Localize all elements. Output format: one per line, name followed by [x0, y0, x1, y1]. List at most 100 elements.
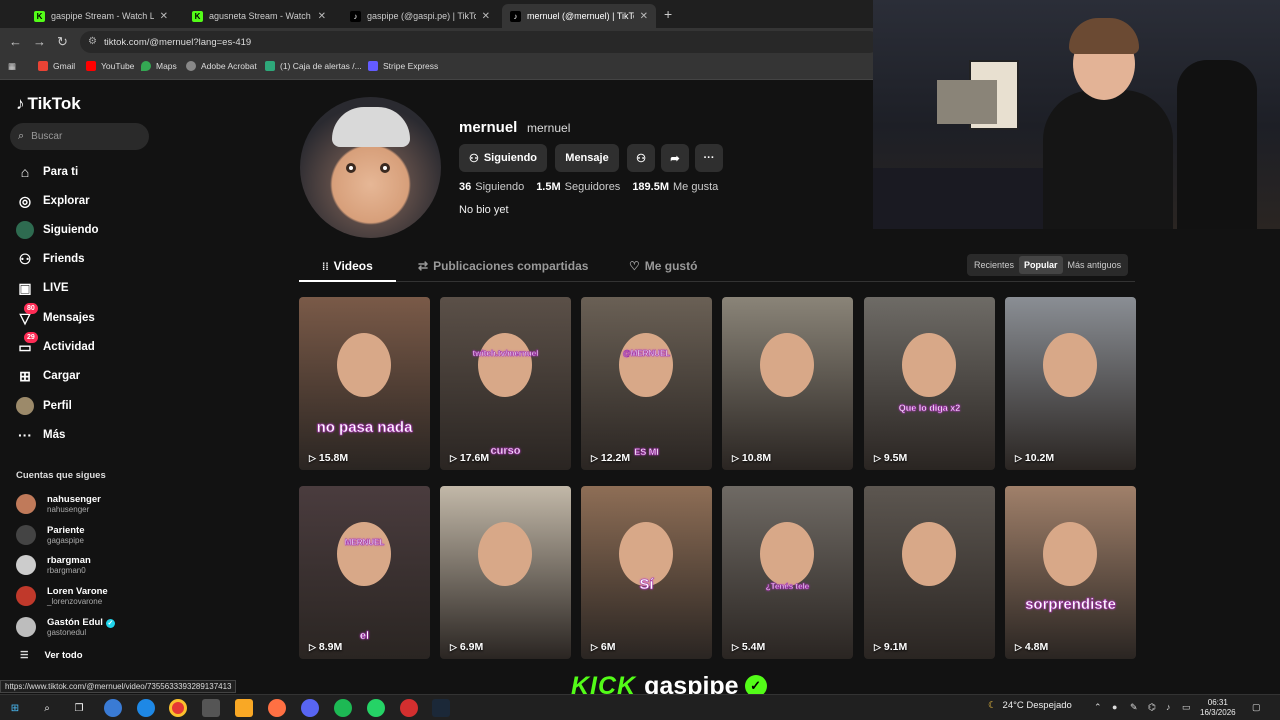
nav-mas[interactable]: ··· Más: [16, 424, 65, 446]
whatsapp-icon[interactable]: [367, 699, 385, 717]
network-icon[interactable]: ⌬: [1148, 702, 1156, 713]
video-thumbnail[interactable]: no pasa nada ▷ 15.8M: [299, 297, 430, 470]
tray-app-icon[interactable]: ●: [1112, 702, 1117, 712]
video-thumbnail[interactable]: sorprendiste ▷ 4.8M: [1005, 486, 1136, 659]
nav-perfil[interactable]: Perfil: [16, 395, 72, 417]
messages-icon: ▽ 80: [16, 303, 38, 327]
task-view-icon[interactable]: ❐: [70, 699, 88, 717]
video-thumbnail[interactable]: @MERNUEL ES MI ▷ 12.2M: [581, 297, 712, 470]
pen-icon[interactable]: ✎: [1130, 702, 1138, 713]
view-count-text: 9.5M: [883, 452, 908, 464]
system-clock[interactable]: 06:31 16/3/2026: [1200, 698, 1236, 718]
share-button[interactable]: ➦: [661, 144, 689, 172]
copilot-icon[interactable]: [104, 699, 122, 717]
list-icon: ☰: [20, 650, 29, 661]
volume-icon[interactable]: ♪: [1166, 702, 1171, 712]
apps-icon[interactable]: ▦: [8, 61, 16, 72]
view-count-text: 9.1M: [883, 641, 908, 653]
browser-tab[interactable]: K agusneta Stream - Watch Live o ✕: [184, 4, 334, 28]
nav-friends[interactable]: ⚇ Friends: [16, 248, 85, 270]
browser-tab[interactable]: K gaspipe Stream - Watch Live o ✕: [26, 4, 176, 28]
bookmark-maps[interactable]: Maps: [141, 61, 177, 71]
bookmark-acrobat[interactable]: Adobe Acrobat: [186, 61, 257, 71]
followed-account[interactable]: Pariente gagaspipe: [16, 522, 85, 548]
browser-tab-active[interactable]: ♪ mernuel (@mernuel) | TikTok ✕: [502, 4, 656, 28]
close-icon[interactable]: ✕: [640, 11, 648, 22]
folder-icon[interactable]: [235, 699, 253, 717]
site-info-icon[interactable]: ⚙: [88, 36, 97, 47]
tray-chevron-icon[interactable]: ⌃: [1094, 702, 1102, 713]
sort-oldest[interactable]: Más antiguos: [1063, 256, 1127, 274]
tiktok-logo[interactable]: ♪ TikTok: [16, 94, 81, 114]
bookmark-alerts[interactable]: (1) Caja de alertas /...: [265, 61, 362, 71]
bookmark-gmail[interactable]: Gmail: [38, 61, 75, 71]
followed-account[interactable]: rbargman rbargman0: [16, 552, 91, 578]
more-options-button[interactable]: ···: [695, 144, 723, 172]
suggested-accounts-button[interactable]: ⚇: [627, 144, 655, 172]
play-icon: ▷: [874, 452, 881, 463]
sort-popular[interactable]: Popular: [1019, 256, 1063, 274]
edge-icon[interactable]: [137, 699, 155, 717]
sort-recent[interactable]: Recientes: [969, 256, 1019, 274]
video-thumbnail[interactable]: ▷ 9.1M: [864, 486, 995, 659]
video-thumbnail[interactable]: Sí ▷ 6M: [581, 486, 712, 659]
chrome-icon[interactable]: [169, 699, 187, 717]
firefox-icon[interactable]: [268, 699, 286, 717]
video-thumbnail[interactable]: Que lo diga x2 ▷ 9.5M: [864, 297, 995, 470]
video-view-count: ▷ 4.8M: [1015, 641, 1048, 653]
nav-cargar[interactable]: ⊞ Cargar: [16, 365, 80, 387]
active-tab-indicator: [299, 280, 396, 282]
back-icon[interactable]: ←: [9, 34, 22, 49]
video-thumbnail[interactable]: ▷ 10.8M: [722, 297, 853, 470]
new-tab-icon[interactable]: +: [664, 6, 672, 22]
video-thumbnail[interactable]: twitch.tv/mernuel curso ▷ 17.6M: [440, 297, 571, 470]
tab-reposts[interactable]: ⇄ Publicaciones compartidas: [418, 259, 588, 273]
tab-liked[interactable]: ♡ Me gustó: [629, 259, 697, 273]
see-all-button[interactable]: ☰ Ver todo: [20, 650, 83, 661]
spotify-icon[interactable]: [334, 699, 352, 717]
close-icon[interactable]: ✕: [482, 11, 490, 22]
following-button[interactable]: ⚇ Siguiendo: [459, 144, 547, 172]
steam-icon[interactable]: [432, 699, 450, 717]
nav-siguiendo[interactable]: Siguiendo: [16, 219, 99, 241]
bookmark-stripe[interactable]: Stripe Express: [368, 61, 438, 71]
tab-videos[interactable]: ⁞⁞ Videos: [322, 259, 373, 273]
video-view-count: ▷ 15.8M: [309, 452, 348, 464]
url-field[interactable]: ⚙ tiktok.com/@mernuel?lang=es-419: [80, 31, 880, 53]
followed-account[interactable]: Gastón Edul ✓ gastonedul: [16, 614, 115, 640]
followed-account[interactable]: Loren Varone _lorenzovarone: [16, 583, 108, 609]
followers-count-label[interactable]: Seguidores: [565, 181, 621, 193]
close-icon[interactable]: ✕: [318, 11, 326, 22]
message-button[interactable]: Mensaje: [555, 144, 619, 172]
discord-icon[interactable]: [301, 699, 319, 717]
close-icon[interactable]: ✕: [160, 11, 168, 22]
reload-icon[interactable]: ↻: [57, 34, 68, 50]
following-count-label[interactable]: Siguiendo: [475, 181, 524, 193]
battery-icon[interactable]: ▭: [1182, 702, 1191, 713]
forward-icon[interactable]: →: [33, 34, 46, 49]
record-icon[interactable]: [400, 699, 418, 717]
nav-live[interactable]: ▣ LIVE: [16, 277, 68, 299]
notifications-icon[interactable]: ▢: [1252, 702, 1261, 713]
search-icon[interactable]: ⌕: [38, 699, 56, 717]
video-thumbnail[interactable]: ▷ 10.2M: [1005, 297, 1136, 470]
nav-label: Más: [43, 429, 66, 441]
video-thumbnail[interactable]: ▷ 6.9M: [440, 486, 571, 659]
video-thumbnail[interactable]: ¿Tenés tele ▷ 5.4M: [722, 486, 853, 659]
thumbnail-face: [478, 522, 532, 586]
video-thumbnail[interactable]: MERNUEL el ▷ 8.9M: [299, 486, 430, 659]
store-icon[interactable]: [202, 699, 220, 717]
bookmark-label: Adobe Acrobat: [201, 61, 257, 71]
bookmark-youtube[interactable]: YouTube: [86, 61, 134, 71]
nav-para-ti[interactable]: ⌂ Para ti: [16, 161, 78, 183]
windows-start-icon[interactable]: ⊞: [6, 699, 24, 717]
see-all-label: Ver todo: [44, 650, 83, 661]
weather-widget[interactable]: ☾ 24°C Despejado: [988, 700, 1072, 711]
nav-actividad[interactable]: ▭ 29 Actividad: [16, 332, 95, 358]
search-input[interactable]: ⌕ Buscar: [10, 123, 149, 150]
streamer-shirt: [1043, 90, 1173, 229]
browser-tab[interactable]: ♪ gaspipe (@gaspi.pe) | TikTok ✕: [342, 4, 498, 28]
nav-explorar[interactable]: ◎ Explorar: [16, 190, 90, 212]
nav-mensajes[interactable]: ▽ 80 Mensajes: [16, 303, 95, 329]
followed-account[interactable]: nahusenger nahusenger: [16, 491, 101, 517]
